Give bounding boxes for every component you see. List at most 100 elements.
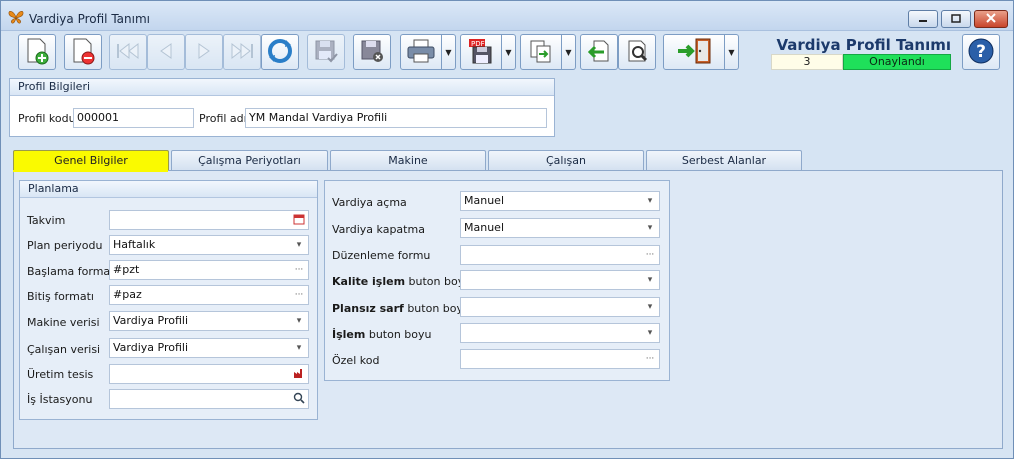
exit-button[interactable] xyxy=(663,34,725,70)
chevron-down-icon[interactable]: ▾ xyxy=(643,273,657,287)
chevron-down-icon[interactable]: ▾ xyxy=(643,194,657,208)
profile-name-label: Profil adı xyxy=(199,112,247,125)
refresh-button[interactable] xyxy=(261,34,299,70)
unplanned-button-size-label-bold: Plansız sarf xyxy=(332,302,404,315)
special-code-field[interactable]: ··· xyxy=(460,349,660,369)
profile-info-heading: Profil Bilgileri xyxy=(10,79,554,96)
shift-open-select[interactable]: Manuel ▾ xyxy=(460,191,660,211)
tab-makine[interactable]: Makine xyxy=(330,150,486,171)
calendar-icon[interactable] xyxy=(292,213,306,227)
next-icon xyxy=(194,41,214,64)
tools-button[interactable] xyxy=(618,34,656,70)
title-bar: Vardiya Profil Tanımı xyxy=(1,1,1013,31)
machine-data-label: Makine verisi xyxy=(27,316,100,329)
cancel-button[interactable] xyxy=(353,34,391,70)
page-title: Vardiya Profil Tanımı xyxy=(776,36,952,54)
profile-name-field[interactable]: YM Mandal Vardiya Profili xyxy=(245,108,547,128)
ellipsis-icon[interactable]: ··· xyxy=(292,263,306,277)
employee-data-value: Vardiya Profili xyxy=(113,341,189,354)
save-button[interactable] xyxy=(307,34,345,70)
production-facility-field[interactable] xyxy=(109,364,309,384)
machine-data-select[interactable]: Vardiya Profili ▾ xyxy=(109,311,309,331)
maximize-button[interactable] xyxy=(941,10,971,28)
chevron-down-icon[interactable]: ▾ xyxy=(292,238,306,252)
help-button[interactable]: ? xyxy=(962,34,1000,70)
copy-icon xyxy=(528,38,554,67)
minimize-icon xyxy=(918,13,928,26)
print-dropdown-arrow[interactable]: ▼ xyxy=(442,34,456,70)
shift-close-select[interactable]: Manuel ▾ xyxy=(460,218,660,238)
tab-calisan[interactable]: Çalışan xyxy=(488,150,644,171)
operation-button-size-select[interactable]: ▾ xyxy=(460,323,660,343)
profile-code-label: Profil kodu xyxy=(18,112,76,125)
maximize-icon xyxy=(951,13,961,26)
chevron-down-icon[interactable]: ▾ xyxy=(292,314,306,328)
skip-first-icon xyxy=(115,41,141,64)
exit-dropdown-arrow[interactable]: ▼ xyxy=(725,34,739,70)
end-format-label: Bitiş formatı xyxy=(27,290,94,303)
tools-icon xyxy=(624,38,650,67)
tab-serbest-alanlar[interactable]: Serbest Alanlar xyxy=(646,150,802,171)
app-window: Vardiya Profil Tanımı ▼ PDF ▼ ▼ ▼ Vardiy… xyxy=(0,0,1014,459)
import-button[interactable] xyxy=(580,34,618,70)
start-format-value: #pzt xyxy=(113,263,140,276)
search-icon[interactable] xyxy=(292,392,306,406)
end-format-field[interactable]: #paz ··· xyxy=(109,285,309,305)
start-format-field[interactable]: #pzt ··· xyxy=(109,260,309,280)
operation-button-size-label-bold: İşlem xyxy=(332,328,366,341)
employee-data-label: Çalışan verisi xyxy=(27,343,101,356)
tab-calisma-periyotlari[interactable]: Çalışma Periyotları xyxy=(171,150,328,171)
plan-period-select[interactable]: Haftalık ▾ xyxy=(109,235,309,255)
export-pdf-button[interactable]: PDF xyxy=(460,34,502,70)
next-record-button[interactable] xyxy=(185,34,223,70)
export-pdf-dropdown-arrow[interactable]: ▼ xyxy=(502,34,516,70)
edit-form-label: Düzenleme formu xyxy=(332,249,431,262)
exit-door-icon xyxy=(674,37,714,68)
planning-heading: Planlama xyxy=(20,181,317,198)
chevron-down-icon[interactable]: ▾ xyxy=(292,341,306,355)
status-badge: Onaylandı xyxy=(843,54,951,70)
chevron-down-icon[interactable]: ▾ xyxy=(643,300,657,314)
ellipsis-icon[interactable]: ··· xyxy=(643,248,657,262)
chevron-down-icon[interactable]: ▾ xyxy=(643,326,657,340)
calendar-label: Takvim xyxy=(27,214,66,227)
pdf-save-icon: PDF xyxy=(467,37,495,68)
document-add-icon xyxy=(24,37,50,68)
factory-icon[interactable] xyxy=(292,367,306,381)
print-button[interactable] xyxy=(400,34,442,70)
edit-form-field[interactable]: ··· xyxy=(460,245,660,265)
prev-record-button[interactable] xyxy=(147,34,185,70)
unplanned-button-size-select[interactable]: ▾ xyxy=(460,297,660,317)
delete-record-button[interactable] xyxy=(64,34,102,70)
quality-button-size-label-bold: Kalite işlem xyxy=(332,275,406,288)
tab-genel-bilgiler[interactable]: Genel Bilgiler xyxy=(13,150,169,171)
copy-button[interactable] xyxy=(520,34,562,70)
butterfly-icon xyxy=(7,9,25,25)
profile-name-value: YM Mandal Vardiya Profili xyxy=(249,111,388,124)
quality-button-size-label: Kalite işlem buton boyu xyxy=(332,275,471,288)
help-icon: ? xyxy=(967,37,995,68)
new-record-button[interactable] xyxy=(18,34,56,70)
floppy-check-icon xyxy=(313,38,339,67)
unplanned-button-size-label: Plansız sarf buton boyu xyxy=(332,302,470,315)
ellipsis-icon[interactable]: ··· xyxy=(643,352,657,366)
work-station-label: İş İstasyonu xyxy=(27,393,93,406)
employee-data-select[interactable]: Vardiya Profili ▾ xyxy=(109,338,309,358)
special-code-label: Özel kod xyxy=(332,354,380,367)
close-button[interactable] xyxy=(974,10,1008,28)
copy-dropdown-arrow[interactable]: ▼ xyxy=(562,34,576,70)
profile-code-field[interactable]: 000001 xyxy=(73,108,194,128)
calendar-field[interactable] xyxy=(109,210,309,230)
shift-close-label: Vardiya kapatma xyxy=(332,223,425,236)
ellipsis-icon[interactable]: ··· xyxy=(292,288,306,302)
first-record-button[interactable] xyxy=(109,34,147,70)
minimize-button[interactable] xyxy=(908,10,938,28)
chevron-down-icon[interactable]: ▾ xyxy=(643,221,657,235)
quality-button-size-select[interactable]: ▾ xyxy=(460,270,660,290)
import-icon xyxy=(586,38,612,67)
prev-icon xyxy=(156,41,176,64)
operation-button-size-label: İşlem buton boyu xyxy=(332,328,432,341)
active-tab-indicator xyxy=(13,170,168,172)
work-station-field[interactable] xyxy=(109,389,309,409)
last-record-button[interactable] xyxy=(223,34,261,70)
